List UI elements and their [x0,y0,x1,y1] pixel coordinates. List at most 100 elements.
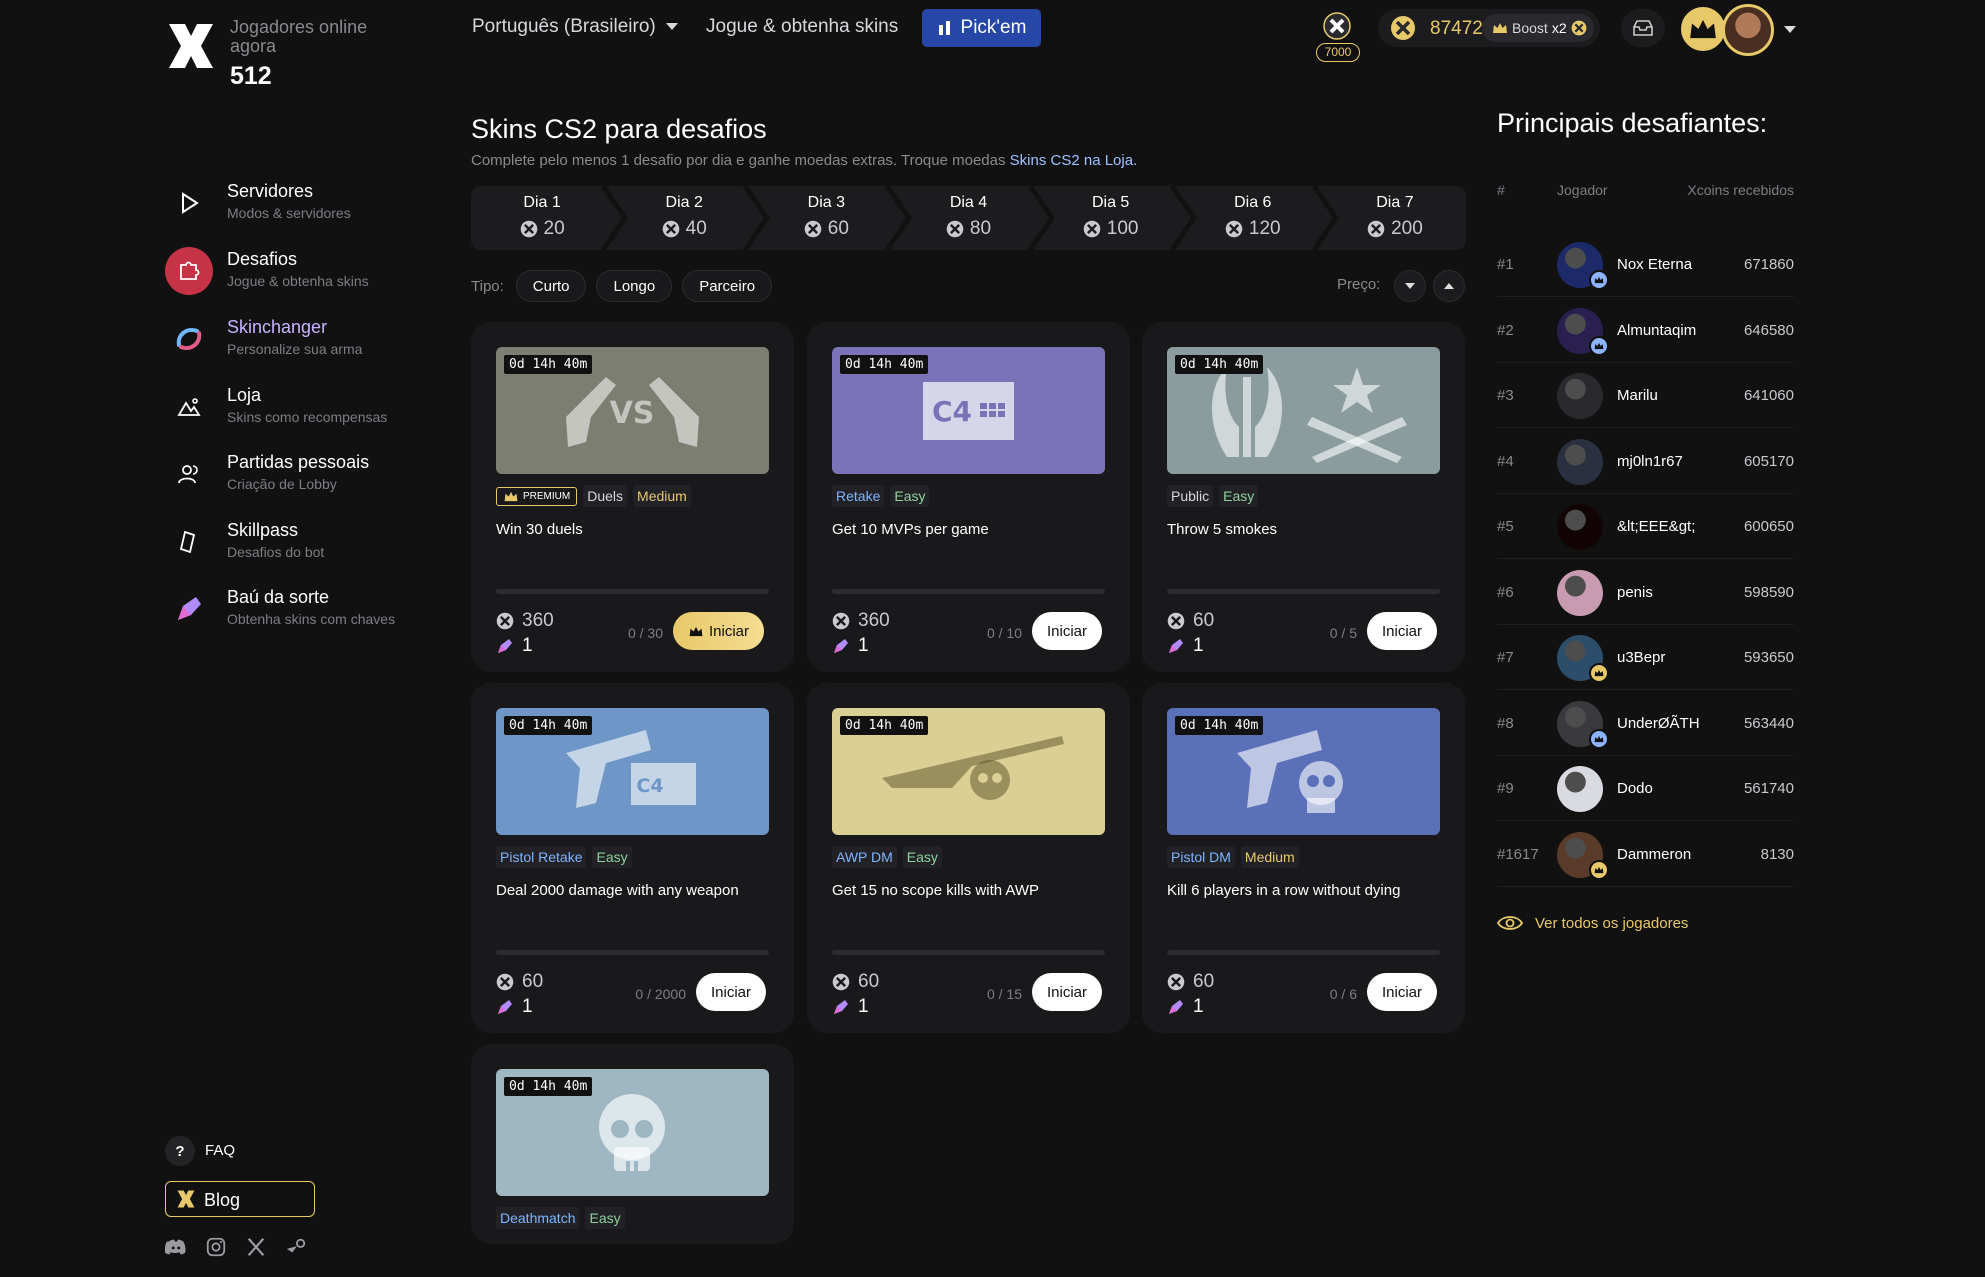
player-avatar [1557,438,1603,485]
page-title: Skins CS2 para desafios [471,114,767,144]
blog-button[interactable]: Blog [165,1181,315,1217]
sidebar-item-skinchanger[interactable]: Skinchanger Personalize sua arma [165,311,445,367]
player-score: 671860 [1743,256,1794,273]
day-reward: 80 [897,218,1039,240]
instagram-icon[interactable] [205,1236,227,1258]
day-3: Dia 3 60 [755,186,897,250]
difficulty-tag: Easy [585,1207,625,1229]
site-logo-icon[interactable] [165,20,217,72]
challenge-image-c4-bomb: C4 0d 14h 40m [832,347,1105,474]
leaderboard-row[interactable]: #7 u3Bepr 593650 [1497,625,1794,690]
day-label: Dia 6 [1234,194,1272,211]
pickem-button[interactable]: Pick'em [922,9,1041,47]
start-challenge-button[interactable]: Iniciar [673,612,765,650]
leaderboard-row[interactable]: #5 &lt;EEE&gt; 600650 [1497,494,1794,559]
inbox-button[interactable] [1621,9,1665,47]
start-challenge-button[interactable]: Iniciar [1032,612,1103,650]
sidebar-item-loja[interactable]: Loja Skins como recompensas [165,379,445,435]
premium-badge-icon [1589,663,1609,683]
language-label: Português (Brasileiro) [472,16,656,37]
svg-text:C4: C4 [636,775,663,797]
chevron-down-icon[interactable] [1784,26,1796,33]
sidebar-item-title: Skinchanger [227,317,328,337]
boost-badge[interactable]: Boost x2 [1482,14,1594,42]
player-name: Dammeron [1617,845,1692,863]
logo-small-icon [177,1190,195,1208]
shop-link[interactable]: Skins CS2 na Loja. [1010,152,1138,169]
timer-badge: 0d 14h 40m [504,1077,593,1096]
user-avatar[interactable] [1722,4,1774,56]
sidebar-item-desafios[interactable]: Desafios Jogue & obtenha skins [165,243,445,299]
sidebar-item-servidores[interactable]: Servidores Modos & servidores [165,175,445,231]
filter-short[interactable]: Curto [515,270,587,302]
progress-count: 0 / 10 [986,625,1022,641]
sidebar-item-partidas-pessoais[interactable]: Partidas pessoais Criação de Lobby [165,446,445,502]
key-gem-icon [834,639,848,653]
xcoin-icon [1225,220,1243,238]
question-icon: ? [165,1136,195,1166]
coin-reward-value: 60 [858,971,880,992]
xcoin-icon [946,220,964,238]
leaderboard-row[interactable]: #8 UnderØÃTH 563440 [1497,691,1794,756]
start-challenge-button[interactable]: Iniciar [1032,973,1103,1011]
sidebar-item-title: Servidores [227,181,314,201]
timer-badge: 0d 14h 40m [504,355,593,374]
sidebar-item-title: Baú da sorte [227,587,330,607]
filter-long[interactable]: Longo [596,270,673,302]
xcoin-icon [1083,220,1101,238]
start-challenge-button[interactable]: Iniciar [696,973,767,1011]
crown-icon [504,491,518,501]
premium-badge-icon [1589,335,1609,356]
sidebar-item-ba-da-sorte[interactable]: Baú da sorte Obtenha skins com chaves [165,581,445,637]
leaderboard-row[interactable]: #4 mj0ln1r67 605170 [1497,429,1794,494]
progress-bar [496,950,769,955]
challenge-title: Get 15 no scope kills with AWP [832,882,1040,899]
pickem-label: Pick'em [960,17,1027,38]
challenge-image-awp-skull: 0d 14h 40m [832,708,1105,835]
premium-crown-button[interactable] [1678,4,1728,54]
leaderboard-row[interactable]: #9 Dodo 561740 [1497,756,1794,821]
coin-reward: 360 [496,610,554,632]
key-reward: 1 [496,996,533,1018]
sidebar-item-skillpass[interactable]: Skillpass Desafios do bot [165,514,445,570]
challenge-image-pistol-skull: 0d 14h 40m [1167,708,1440,835]
filter-partner[interactable]: Parceiro [682,270,773,302]
discord-icon[interactable] [164,1236,187,1258]
difficulty-tag: Easy [1219,485,1259,507]
faq-link[interactable]: ? FAQ [165,1136,365,1166]
leaderboard-row[interactable]: #1 Nox Eterna 671860 [1497,232,1794,297]
player-name: Almuntaqim [1617,321,1697,339]
player-name: Marilu [1617,387,1658,404]
coin-balance[interactable]: 87472 Boost x2 [1378,9,1600,47]
player-avatar [1557,766,1603,812]
key-reward-value: 1 [522,635,533,656]
day-reward: 40 [613,218,755,240]
challenge-tags: Pistol Retake Easy [496,846,632,868]
player-rank: #4 [1497,452,1514,470]
start-challenge-button[interactable]: Iniciar [1367,973,1438,1011]
player-score: 563440 [1743,714,1794,732]
day-reward-value: 80 [969,218,992,239]
sort-desc-button[interactable] [1394,270,1426,302]
mode-tag: Retake [832,485,885,507]
leaderboard-row[interactable]: #3 Marilu 641060 [1497,363,1794,428]
challenge-title: Get 10 MVPs per game [832,521,989,538]
leaderboard-row[interactable]: #2 Almuntaqim 646580 [1497,298,1794,363]
x-twitter-icon[interactable] [245,1236,267,1258]
language-selector[interactable]: Português (Brasileiro) [472,16,678,38]
premium-label: PREMIUM [523,490,571,502]
see-all-players-link[interactable]: Ver todos os jogadores [1497,914,1688,932]
steam-icon[interactable] [285,1236,307,1258]
play-link[interactable]: Jogue & obtenha skins [706,16,898,38]
coin-reward: 60 [496,971,543,993]
start-challenge-button[interactable]: Iniciar [1367,612,1438,650]
player-name: Nox Eterna [1617,256,1693,273]
coin-reward-value: 60 [522,971,544,992]
progress-count: 0 / 15 [986,986,1022,1002]
sidebar-item-title: Partidas pessoais [227,452,370,472]
sort-asc-button[interactable] [1433,270,1465,302]
leaderboard-row[interactable]: #6 penis 598590 [1497,560,1794,625]
difficulty-tag: Easy [890,485,930,507]
xp-badge[interactable]: 7000 [1314,10,1360,62]
leaderboard-row[interactable]: #1617 Dammeron 8130 [1497,822,1794,887]
